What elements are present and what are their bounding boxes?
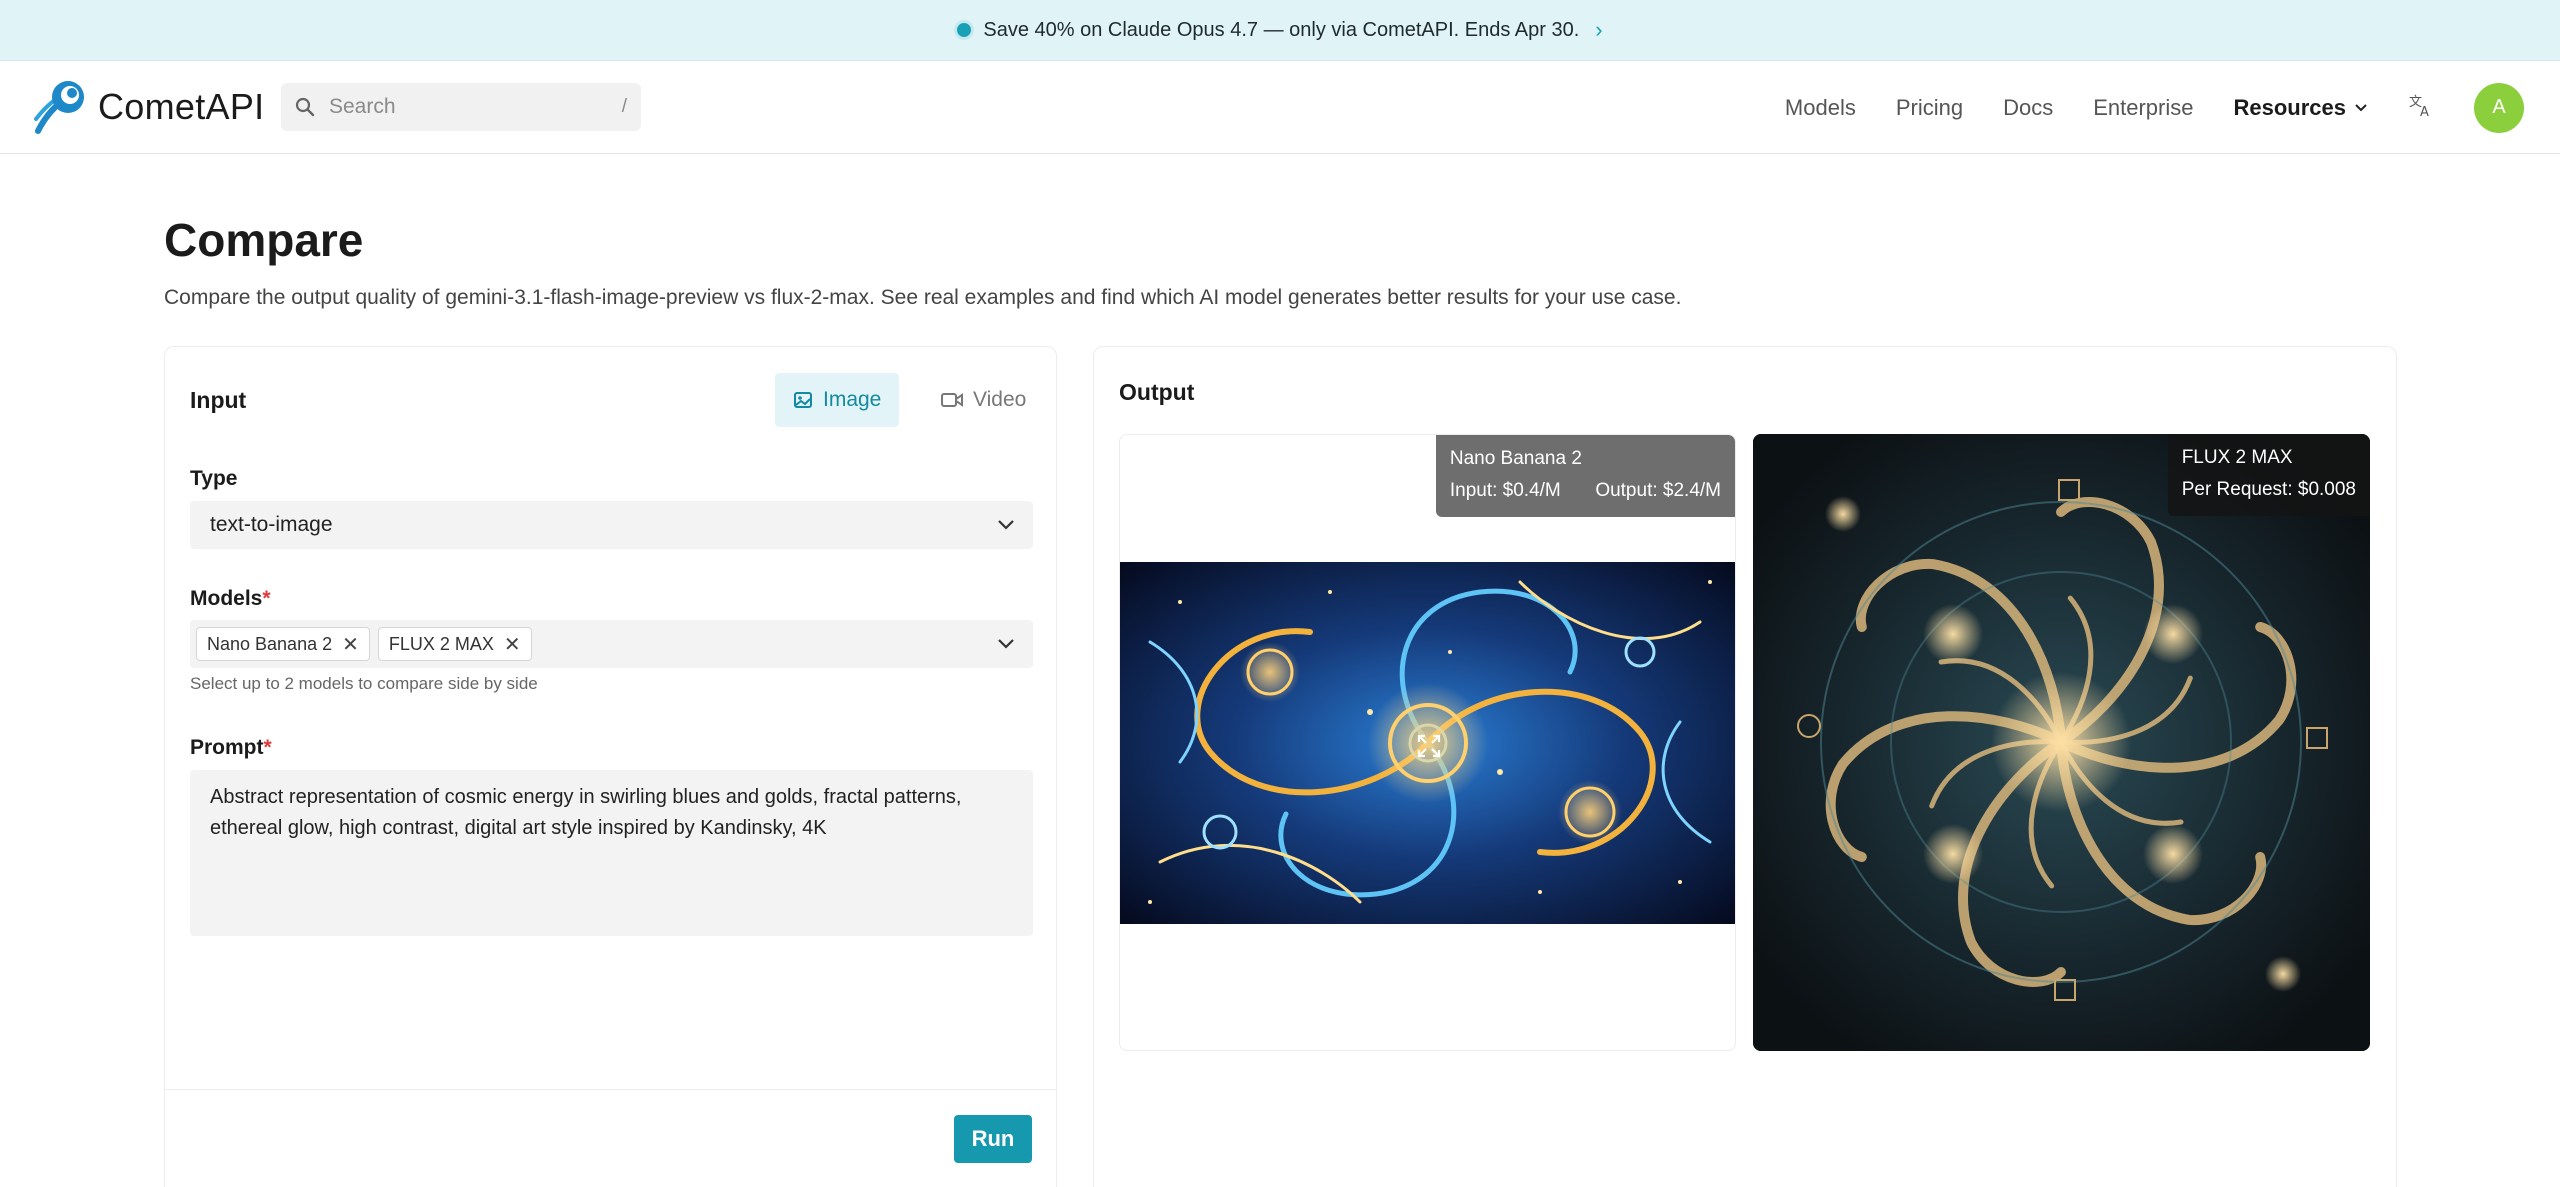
svg-text:A: A	[2420, 105, 2429, 118]
close-icon[interactable]: ✕	[504, 632, 521, 657]
result-model-name: Nano Banana 2	[1449, 448, 1582, 469]
output-panel: Output Nano Banana 2 Input: $0.4/M Outpu…	[1093, 346, 2397, 1187]
required-mark: *	[262, 587, 271, 610]
models-label-text: Models	[190, 587, 263, 610]
chevron-down-icon	[2355, 103, 2367, 111]
model-tag-label: FLUX 2 MAX	[388, 633, 494, 654]
type-label: Type	[190, 467, 238, 490]
generated-image[interactable]	[1753, 434, 2370, 1051]
search-input[interactable]: Search /	[281, 83, 641, 131]
models-label: Models*	[190, 587, 271, 611]
main-nav: Models Pricing Docs Enterprise Resources…	[1745, 61, 2560, 154]
mode-image-label: Image	[823, 388, 882, 411]
nav-docs[interactable]: Docs	[2003, 95, 2053, 121]
search-icon	[295, 97, 315, 117]
comet-logo-icon	[34, 81, 84, 134]
run-button[interactable]: Run	[954, 1115, 1032, 1163]
input-title: Input	[190, 387, 247, 413]
search-shortcut: /	[621, 96, 627, 117]
prompt-label: Prompt*	[190, 736, 272, 760]
models-select[interactable]: Nano Banana 2 ✕ FLUX 2 MAX ✕	[190, 620, 1033, 668]
nav-pricing[interactable]: Pricing	[1896, 95, 1963, 121]
model-tag: Nano Banana 2 ✕	[196, 627, 370, 661]
top-header: CometAPI Search / Models Pricing Docs En…	[0, 61, 2560, 154]
output-title: Output	[1119, 379, 1195, 405]
nav-models[interactable]: Models	[1785, 95, 1856, 121]
type-value: text-to-image	[210, 513, 333, 536]
output-result-flux[interactable]: FLUX 2 MAX Per Request: $0.008	[1753, 434, 2370, 1051]
output-price: Output: $2.4/M	[1595, 480, 1721, 501]
output-result-nano-banana[interactable]: Nano Banana 2 Input: $0.4/M Output: $2.4…	[1119, 434, 1736, 1051]
brand-name: CometAPI	[98, 86, 265, 127]
chevron-right-icon[interactable]: ›	[1595, 17, 1602, 43]
nav-enterprise[interactable]: Enterprise	[2093, 95, 2193, 121]
mode-video-label: Video	[973, 388, 1027, 411]
input-panel: Input Image Video Type text-to-image Mod…	[164, 346, 1057, 1187]
banner-text[interactable]: Save 40% on Claude Opus 4.7 — only via C…	[983, 19, 1579, 42]
result-model-name: FLUX 2 MAX	[2181, 447, 2293, 468]
promo-banner[interactable]: Save 40% on Claude Opus 4.7 — only via C…	[0, 0, 2560, 61]
page-title: Compare	[164, 214, 364, 266]
model-tag: FLUX 2 MAX ✕	[377, 627, 532, 661]
prompt-label-text: Prompt	[190, 736, 264, 759]
price-badge: FLUX 2 MAX Per Request: $0.008	[2167, 434, 2370, 516]
card-divider	[165, 1089, 1056, 1090]
chevron-down-icon	[998, 639, 1014, 649]
per-request-price: Per Request: $0.008	[2181, 479, 2356, 500]
type-select[interactable]: text-to-image	[190, 501, 1033, 549]
page-subtitle: Compare the output quality of gemini-3.1…	[164, 286, 1682, 309]
close-icon[interactable]: ✕	[342, 632, 359, 657]
models-hint: Select up to 2 models to compare side by…	[190, 674, 538, 693]
logo[interactable]: CometAPI	[34, 79, 264, 135]
translate-icon[interactable]: 文 A	[2408, 92, 2434, 124]
nav-resources[interactable]: Resources	[2233, 95, 2368, 121]
required-mark: *	[263, 736, 272, 759]
image-icon	[793, 390, 813, 410]
avatar[interactable]: A	[2474, 82, 2524, 133]
chevron-down-icon	[998, 520, 1014, 530]
nav-resources-label: Resources	[2233, 94, 2346, 120]
input-price: Input: $0.4/M	[1449, 480, 1561, 501]
search-placeholder: Search	[329, 95, 396, 118]
prompt-textarea[interactable]: Abstract representation of cosmic energy…	[190, 770, 1033, 936]
model-tag-label: Nano Banana 2	[207, 633, 333, 654]
price-badge: Nano Banana 2 Input: $0.4/M Output: $2.4…	[1435, 435, 1735, 517]
mode-image-button[interactable]: Image	[775, 373, 900, 427]
mode-video-button[interactable]: Video	[923, 373, 1044, 427]
video-icon	[941, 391, 963, 409]
banner-dot-icon	[957, 23, 972, 37]
expand-icon[interactable]	[1416, 733, 1442, 764]
